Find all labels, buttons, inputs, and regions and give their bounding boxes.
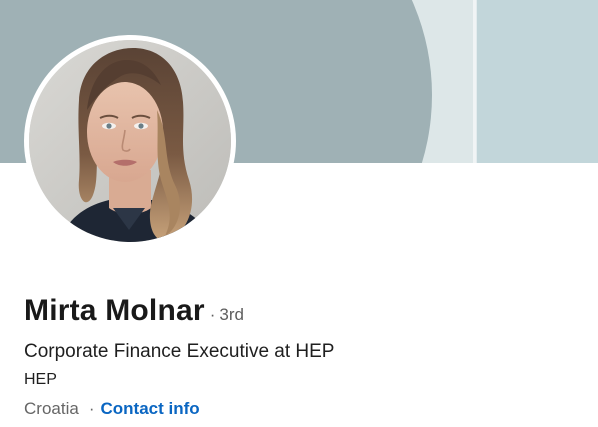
profile-location-row: Croatia · Contact info <box>24 397 200 421</box>
profile-photo <box>29 40 231 242</box>
banner-gap-stripe <box>473 0 477 163</box>
profile-name: Mirta Molnar <box>24 294 205 327</box>
connection-degree-badge: · 3rd <box>210 295 244 335</box>
profile-name-row: Mirta Molnar · 3rd <box>24 291 244 335</box>
connection-degree: 3rd <box>219 305 244 324</box>
profile-current-company: HEP <box>24 371 57 388</box>
contact-info-link[interactable]: Contact info <box>100 397 199 421</box>
profile-photo-avatar[interactable] <box>24 35 236 247</box>
location-separator: · <box>88 399 95 418</box>
profile-card: Mirta Molnar · 3rd Corporate Finance Exec… <box>0 0 598 427</box>
degree-separator: · <box>209 305 216 324</box>
profile-location: Croatia <box>24 399 79 418</box>
profile-headline: Corporate Finance Executive at HEP <box>24 341 335 362</box>
